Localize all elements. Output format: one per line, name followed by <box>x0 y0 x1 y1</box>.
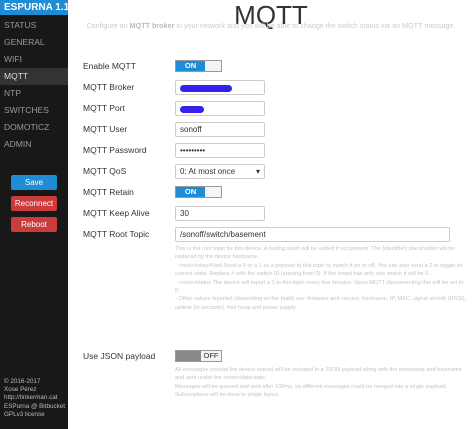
enable-mqtt-toggle[interactable]: ON <box>175 60 222 72</box>
nav-list: STATUS GENERAL WIFI MQTT NTP SWITCHES DO… <box>0 17 68 153</box>
sidebar-item-switches[interactable]: SWITCHES <box>0 102 68 119</box>
help-text: - <root>/status The device will report a… <box>175 279 464 295</box>
user-row: MQTT User sonoff <box>83 121 265 137</box>
enable-mqtt-row: Enable MQTT ON <box>83 58 222 74</box>
root-topic-input[interactable]: /sonoff/switch/basement <box>175 226 450 242</box>
reboot-button[interactable]: Reboot <box>11 217 57 232</box>
password-row: MQTT Password ••••••••• <box>83 142 265 158</box>
help-text: Messages will be queued and sent after 1… <box>175 383 447 390</box>
port-input[interactable] <box>175 100 265 116</box>
help-text: - <root>/relay/#/set Send a 0 or a 1 as … <box>175 262 463 278</box>
json-payload-label: Use JSON payload <box>83 351 156 361</box>
redaction-mark <box>180 106 204 114</box>
footer-copyright: © 2016-2017 <box>4 378 41 385</box>
footer: © 2016-2017 Xose Pérez http://tinkerman.… <box>4 378 65 419</box>
help-text: - Other values reported (depending on th… <box>175 296 467 311</box>
help-text: All messages (except the device status) … <box>175 367 462 382</box>
json-payload-toggle[interactable]: OFF <box>175 350 222 362</box>
root-topic-label: MQTT Root Topic <box>83 229 150 239</box>
root-topic-row: MQTT Root Topic /sonoff/switch/basement <box>83 226 450 242</box>
sidebar-item-general[interactable]: GENERAL <box>0 34 68 51</box>
sidebar-item-admin[interactable]: ADMIN <box>0 136 68 153</box>
reconnect-button[interactable]: Reconnect <box>11 196 57 211</box>
retain-toggle[interactable]: ON <box>175 186 222 198</box>
enable-mqtt-label: Enable MQTT <box>83 61 136 71</box>
footer-license: GPLv3 license <box>4 410 45 418</box>
retain-row: MQTT Retain ON <box>83 184 222 200</box>
sidebar-item-wifi[interactable]: WIFI <box>0 51 68 68</box>
keepalive-label: MQTT Keep Alive <box>83 208 150 218</box>
retain-label: MQTT Retain <box>83 187 134 197</box>
save-button[interactable]: Save <box>11 175 57 190</box>
port-label: MQTT Port <box>83 103 125 113</box>
brand-title[interactable]: ESPURNA 1.11.2 <box>0 0 68 15</box>
keepalive-input[interactable]: 30 <box>175 205 265 221</box>
sidebar: ESPURNA 1.11.2 STATUS GENERAL WIFI MQTT … <box>0 0 68 429</box>
password-input[interactable]: ••••••••• <box>175 142 265 158</box>
footer-author: Xose Pérez <box>4 386 37 394</box>
page-subtitle: Configure an MQTT broker in your network… <box>86 21 456 30</box>
broker-row: MQTT Broker <box>83 79 265 95</box>
page-header: MQTT Configure an MQTT broker in your ne… <box>68 0 474 50</box>
chevron-down-icon: ▾ <box>255 166 260 176</box>
help-text: Subscriptions will be done to single top… <box>175 392 280 399</box>
user-input[interactable]: sonoff <box>175 121 265 137</box>
redaction-mark <box>180 85 232 93</box>
json-payload-help: All messages (except the device status) … <box>175 366 467 400</box>
qos-row: MQTT QoS 0: At most once ▾ <box>83 163 265 179</box>
qos-label: MQTT QoS <box>83 166 127 176</box>
port-row: MQTT Port <box>83 100 265 116</box>
qos-value: 0: At most once <box>180 166 236 176</box>
broker-input[interactable] <box>175 79 265 95</box>
footer-repo-link[interactable]: ESPurna @ Bitbucket <box>4 403 65 411</box>
sidebar-item-mqtt[interactable]: MQTT <box>0 68 68 85</box>
json-payload-row: Use JSON payload OFF <box>83 348 222 364</box>
user-label: MQTT User <box>83 124 128 134</box>
sidebar-item-domoticz[interactable]: DOMOTICZ <box>0 119 68 136</box>
keepalive-row: MQTT Keep Alive 30 <box>83 205 265 221</box>
broker-label: MQTT Broker <box>83 82 135 92</box>
main-panel: MQTT Configure an MQTT broker in your ne… <box>68 0 474 429</box>
help-text: This is the root topic for this device. … <box>175 246 455 261</box>
root-topic-help: This is the root topic for this device. … <box>175 245 467 312</box>
sidebar-item-status[interactable]: STATUS <box>0 17 68 34</box>
sidebar-item-ntp[interactable]: NTP <box>0 85 68 102</box>
footer-website-link[interactable]: http://tinkerman.cat <box>4 394 65 402</box>
password-label: MQTT Password <box>83 145 147 155</box>
qos-select[interactable]: 0: At most once ▾ <box>175 163 265 179</box>
